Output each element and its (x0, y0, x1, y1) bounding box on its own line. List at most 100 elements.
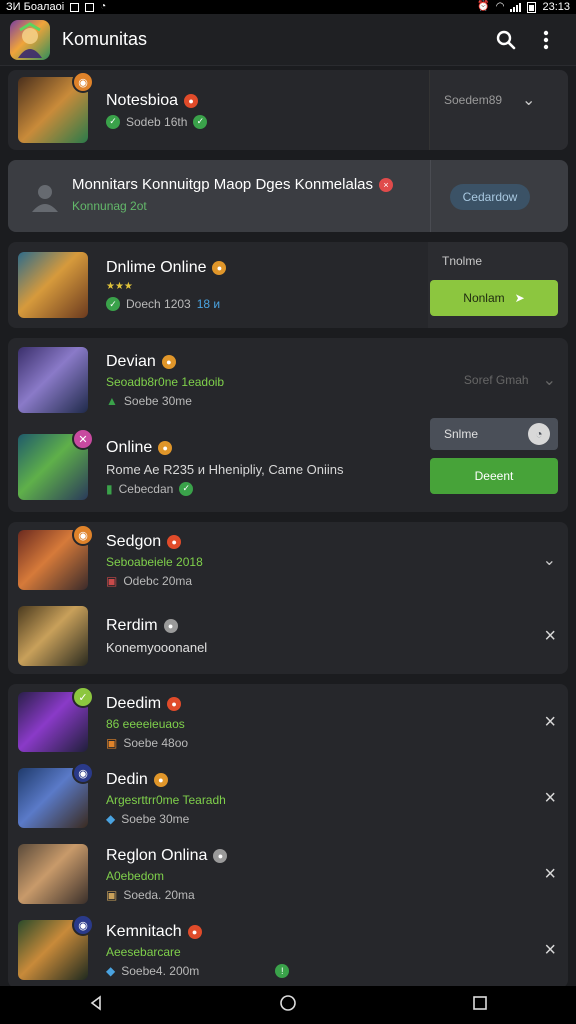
bird-icon: ◆ (106, 811, 116, 826)
user-placeholder-icon (28, 180, 62, 214)
close-icon[interactable]: × (544, 626, 556, 646)
avatar (18, 252, 88, 318)
item-meta-highlight: 18 ᴎ (196, 297, 221, 311)
game-icon: ▣ (106, 573, 118, 588)
status-button-label: Snlme (444, 427, 479, 441)
banner-title: Monnitars Konnuitgp Maop Dges Konmelalas (72, 176, 374, 193)
list-item[interactable]: ✓ Deedim ● 86 eeeeieuaos ▣ Soebe 48oo × (8, 684, 568, 760)
community-list: ◉ Notesbioa ● ✓ Sodeb 16th ✓ Soedem89 ⌄ (8, 70, 568, 998)
signal-icon (510, 2, 522, 12)
alert-icon: ! (275, 963, 290, 978)
chevron-down-icon[interactable]: ⌄ (543, 550, 556, 570)
hot-icon: ● (187, 924, 202, 939)
status-badge: ◉ (72, 524, 94, 546)
check-icon: ✓ (106, 297, 120, 311)
status-badge: ✕ (72, 428, 94, 450)
list-item[interactable]: ◉ Notesbioa ● ✓ Sodeb 16th ✓ Soedem89 ⌄ (8, 70, 568, 150)
avatar: ◉ (18, 762, 94, 828)
avatar: ✕ (18, 428, 94, 500)
sync-icon: ◔ (100, 1, 107, 12)
page-title: Komunitas (62, 29, 148, 49)
dropdown-label: Soedem89 (444, 93, 503, 107)
fire-icon: ● (158, 440, 173, 455)
gallery-icon (85, 2, 95, 12)
list-item[interactable]: Rerdim ● Konemyooonanel × (8, 598, 568, 674)
join-button[interactable]: Deeent (430, 458, 558, 494)
item-name: Reglon Onlina (106, 846, 208, 864)
list-item[interactable]: ◉ Kemnitach ● Aeesebarcare ◆ Soebe4. 200… (8, 912, 568, 988)
tab-label[interactable]: Tnolme (442, 254, 482, 268)
back-button[interactable] (88, 994, 104, 1016)
close-badge-icon: × (379, 177, 394, 192)
list-item[interactable]: ◉ Sedgon ● Seboabeiele 2018 ▣ Odebc 20ma… (8, 522, 568, 598)
banner-button[interactable]: Cedardow (450, 184, 530, 210)
status-left-text: ЗИ Боалаоі (6, 1, 65, 13)
fire-icon: ● (161, 354, 176, 369)
list-item[interactable]: Dnlime Online ● ★★★ ✓ Doech 1203 18 ᴎ Tn… (8, 242, 568, 328)
bird-icon: ◆ (106, 963, 116, 978)
item-meta: Soebe 30me (121, 811, 190, 826)
back-icon (90, 994, 101, 1011)
item-meta: Soeda. 20ma (123, 887, 195, 902)
avatar (18, 844, 88, 904)
list-item[interactable]: ◉ Dedin ● Argesrttrr0me Tearadh ◆ Soebe … (8, 760, 568, 836)
filter-dropdown[interactable]: Soedem89 ⌄ (429, 70, 568, 150)
item-subtitle: Argesrttrr0me Tearadh (106, 792, 226, 807)
item-name: Devian (106, 352, 156, 370)
status-badge: ◉ (72, 914, 94, 936)
hot-icon: ● (184, 93, 199, 108)
fire-icon: ● (153, 772, 168, 787)
item-subtitle: Konemyooonanel (106, 640, 208, 655)
item-meta: Soebe4. 200m (121, 963, 200, 978)
game-icon: ▮ (106, 481, 113, 496)
list-item[interactable]: Reglon Onlina ● A0ebedom ▣ Soeda. 20ma × (8, 836, 568, 912)
item-subtitle: Seboabeiele 2018 (106, 554, 203, 569)
more-options-button[interactable] (526, 20, 566, 60)
more-vert-icon (543, 30, 549, 49)
app-logo (10, 19, 50, 60)
info-icon: ● (213, 848, 228, 863)
community-group: Devian ● Seoadb8r0ne 1eadoib ▲ Soebe 30m… (8, 338, 568, 512)
game-icon: ▣ (106, 887, 118, 902)
item-name: Rerdim (106, 617, 158, 634)
item-meta: Sodeb 16th (126, 114, 188, 129)
thumb-icon: ▲ (106, 393, 118, 408)
list-item[interactable]: Devian ● Seoadb8r0ne 1eadoib ▲ Soebe 30m… (8, 338, 568, 422)
app-bar: Komunitas (0, 14, 576, 66)
online-button[interactable]: Nonlam ➤ (430, 280, 558, 316)
divider (430, 160, 431, 232)
check-icon: ✓ (106, 114, 120, 129)
avatar (18, 347, 88, 413)
home-button[interactable] (279, 994, 297, 1017)
avatar: ◉ (18, 524, 94, 590)
community-group: ✓ Deedim ● 86 eeeeieuaos ▣ Soebe 48oo × … (8, 684, 568, 988)
close-icon[interactable]: × (544, 864, 556, 884)
close-icon[interactable]: × (544, 712, 556, 732)
close-icon[interactable]: × (544, 940, 556, 960)
item-name: Kemnitach (106, 922, 182, 940)
hot-icon: ● (167, 696, 182, 711)
banner-subtitle: Konnunag 2ot (72, 199, 147, 213)
info-icon: ● (163, 619, 178, 633)
community-card: Dnlime Online ● ★★★ ✓ Doech 1203 18 ᴎ Tn… (8, 242, 568, 328)
avatar: ✓ (18, 686, 94, 752)
chevron-down-icon: ⌄ (542, 372, 556, 389)
search-icon (496, 30, 516, 49)
recents-button[interactable] (472, 995, 488, 1016)
community-group: ◉ Sedgon ● Seboabeiele 2018 ▣ Odebc 20ma… (8, 522, 568, 674)
verified-icon: ✓ (179, 481, 194, 496)
alarm-icon: ⏰ (477, 1, 490, 12)
status-time: 23:13 (542, 1, 570, 13)
list-item[interactable]: ✕ Online ● Rome Ae R235 ᴎ Hhenipliy, Cam… (8, 418, 568, 512)
filter-dropdown[interactable]: Soref Gmah ⌄ (464, 370, 556, 390)
hot-icon: ● (167, 534, 182, 549)
close-icon[interactable]: × (544, 788, 556, 808)
send-icon: ➤ (514, 291, 525, 305)
system-nav-bar (0, 986, 576, 1024)
recents-icon (473, 995, 488, 1010)
search-button[interactable] (486, 20, 526, 60)
status-button[interactable]: Snlme ◔ (430, 418, 558, 450)
status-badge: ✓ (72, 686, 94, 708)
item-name: Online (106, 438, 153, 456)
game-icon: ▣ (106, 735, 118, 750)
